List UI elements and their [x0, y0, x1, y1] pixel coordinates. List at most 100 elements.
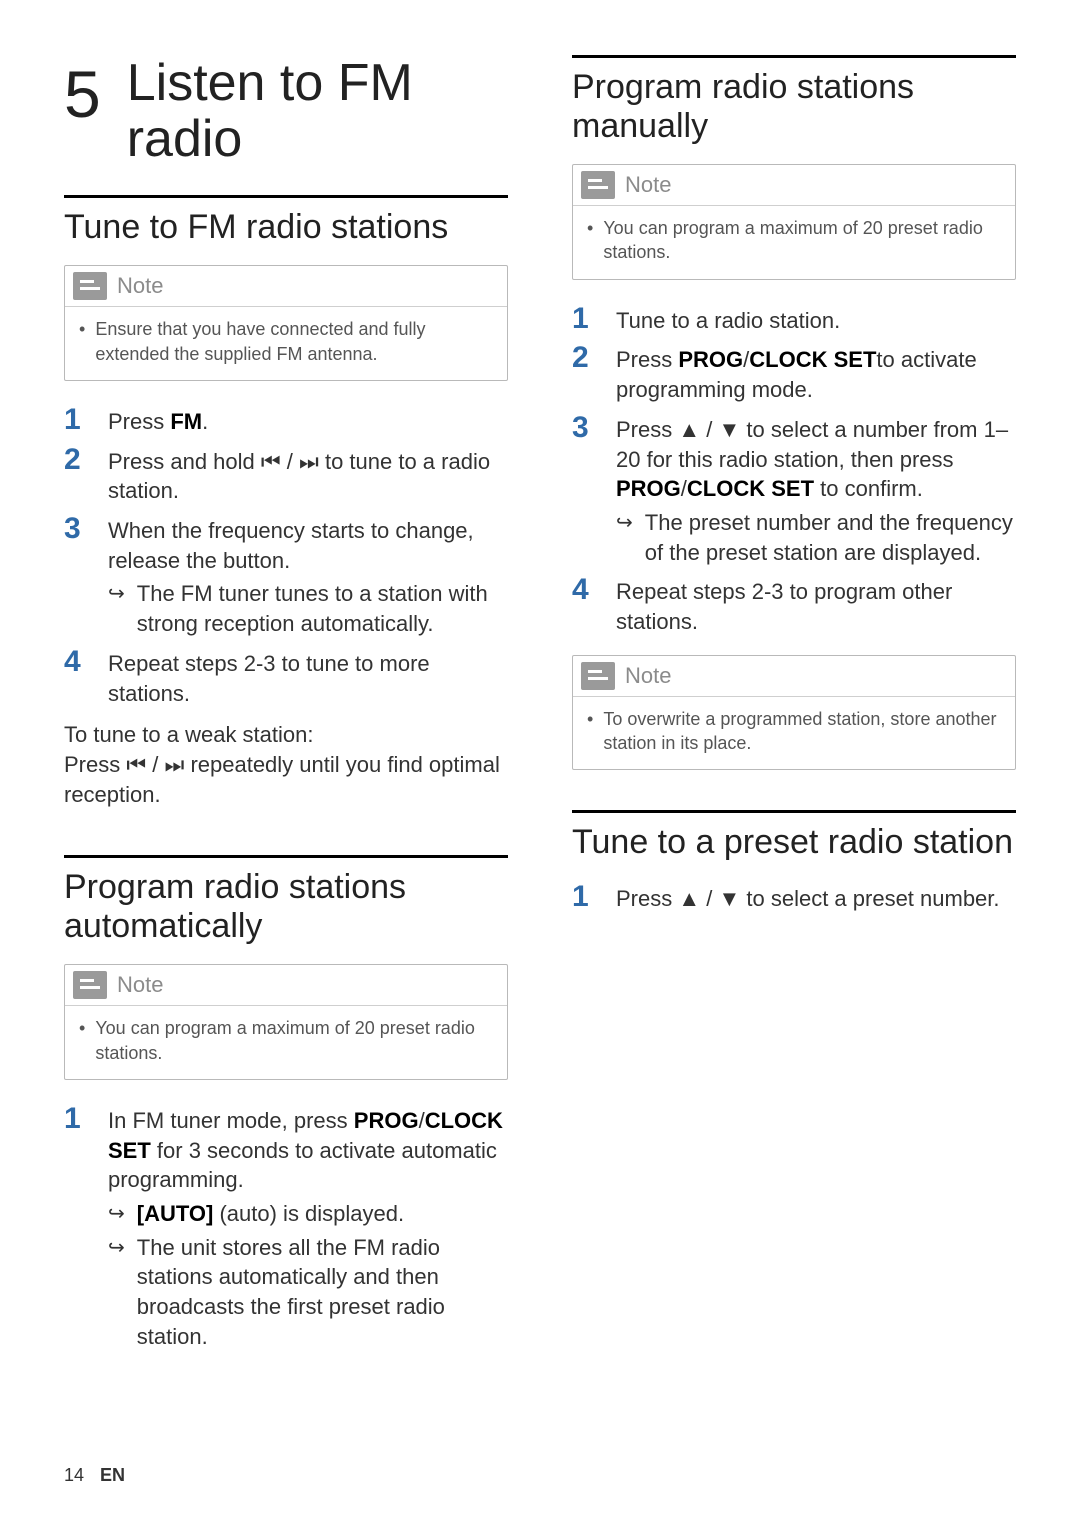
note-text: Ensure that you have connected and fully… — [95, 317, 493, 366]
key-fm: FM — [170, 409, 202, 434]
note-text: You can program a maximum of 20 preset r… — [603, 216, 1001, 265]
text: (auto) is displayed. — [213, 1201, 404, 1226]
note-text: You can program a maximum of 20 preset r… — [95, 1016, 493, 1065]
left-column: 5 Listen to FM radio Tune to FM radio st… — [64, 55, 508, 1488]
prev-track-icon: ⏮ — [126, 752, 146, 777]
display-auto: [AUTO] — [137, 1201, 214, 1226]
step-number: 2 — [64, 443, 86, 476]
step-2: 2 Press and hold ⏮ / ⏭ to tune to a radi… — [64, 443, 508, 506]
result-text: The preset number and the frequency of t… — [645, 508, 1016, 567]
note-label: Note — [625, 172, 671, 198]
note-header: Note — [573, 165, 1015, 205]
text: Press — [64, 752, 126, 777]
note-label: Note — [625, 663, 671, 689]
chapter-heading: 5 Listen to FM radio — [64, 55, 508, 167]
result-line: ↪ The FM tuner tunes to a station with s… — [108, 579, 508, 638]
page-footer: 14 EN — [64, 1465, 125, 1486]
step-number: 1 — [572, 302, 594, 335]
note-icon — [73, 971, 107, 999]
result-arrow-icon: ↪ — [108, 1199, 125, 1229]
key-prog: PROG — [678, 347, 743, 372]
text: / — [281, 449, 299, 474]
text: When the frequency starts to change, rel… — [108, 518, 474, 573]
key-clock-set: CLOCK SET — [749, 347, 876, 372]
text: / — [700, 417, 718, 442]
text: for 3 seconds to activate automatic prog… — [108, 1138, 497, 1193]
step-number: 4 — [64, 645, 86, 678]
note-body: To overwrite a programmed station, store… — [573, 696, 1015, 770]
note-header: Note — [573, 656, 1015, 696]
note-box: Note To overwrite a programmed station, … — [572, 655, 1016, 771]
section-rule — [64, 195, 508, 198]
note-box: Note Ensure that you have connected and … — [64, 265, 508, 381]
result-text: [AUTO] (auto) is displayed. — [137, 1199, 404, 1229]
step-text: Tune to a radio station. — [616, 302, 840, 336]
section-title-program-auto: Program radio stations automatically — [64, 868, 508, 946]
text: In FM tuner mode, press — [108, 1108, 354, 1133]
steps-tune-preset: 1 Press ▲ / ▼ to select a preset number. — [572, 880, 1016, 914]
note-label: Note — [117, 972, 163, 998]
step-text: Press and hold ⏮ / ⏭ to tune to a radio … — [108, 443, 508, 506]
step-4: 4 Repeat steps 2-3 to program other stat… — [572, 573, 1016, 636]
result-line: ↪ The preset number and the frequency of… — [616, 508, 1016, 567]
language-code: EN — [100, 1465, 125, 1486]
step-3: 3 When the frequency starts to change, r… — [64, 512, 508, 639]
result-arrow-icon: ↪ — [616, 508, 633, 567]
note-icon — [581, 171, 615, 199]
key-prog: PROG — [616, 476, 681, 501]
step-text: Repeat steps 2-3 to tune to more station… — [108, 645, 508, 708]
step-text: In FM tuner mode, press PROG/CLOCK SET f… — [108, 1102, 508, 1352]
section-title-program-manual: Program radio stations manually — [572, 68, 1016, 146]
key-clock-set: CLOCK SET — [687, 476, 814, 501]
chapter-title: Listen to FM radio — [127, 55, 508, 167]
step-text: Press FM. — [108, 403, 208, 437]
note-box: Note You can program a maximum of 20 pre… — [572, 164, 1016, 280]
note-icon — [73, 272, 107, 300]
text: Press — [108, 409, 170, 434]
result-text: The unit stores all the FM radio station… — [137, 1233, 508, 1352]
page-number: 14 — [64, 1465, 84, 1486]
note-label: Note — [117, 273, 163, 299]
result-arrow-icon: ↪ — [108, 1233, 125, 1352]
section-rule — [572, 55, 1016, 58]
section-title-tune-preset: Tune to a preset radio station — [572, 823, 1016, 862]
step-text: Repeat steps 2-3 to program other statio… — [616, 573, 1016, 636]
step-text: Press ▲ / ▼ to select a preset number. — [616, 880, 1000, 914]
step-number: 3 — [64, 512, 86, 545]
note-text: To overwrite a programmed station, store… — [603, 707, 1001, 756]
step-4: 4 Repeat steps 2-3 to tune to more stati… — [64, 645, 508, 708]
note-body: You can program a maximum of 20 preset r… — [573, 205, 1015, 279]
subheading-weak-station: To tune to a weak station: — [64, 720, 508, 750]
section-rule — [64, 855, 508, 858]
step-text: When the frequency starts to change, rel… — [108, 512, 508, 639]
note-header: Note — [65, 266, 507, 306]
result-line: ↪ The unit stores all the FM radio stati… — [108, 1233, 508, 1352]
step-1: 1 Press FM. — [64, 403, 508, 437]
step-3: 3 Press ▲ / ▼ to select a number from 1–… — [572, 411, 1016, 567]
text: Press — [616, 417, 678, 442]
text: / — [700, 886, 718, 911]
text: to select a preset number. — [740, 886, 999, 911]
paragraph: Press ⏮ / ⏭ repeatedly until you find op… — [64, 750, 508, 809]
step-1: 1 Tune to a radio station. — [572, 302, 1016, 336]
steps-program-auto: 1 In FM tuner mode, press PROG/CLOCK SET… — [64, 1102, 508, 1352]
note-body: You can program a maximum of 20 preset r… — [65, 1005, 507, 1079]
text: Press — [616, 347, 678, 372]
result-line: ↪ [AUTO] (auto) is displayed. — [108, 1199, 508, 1229]
step-text: Press ▲ / ▼ to select a number from 1–20… — [616, 411, 1016, 567]
prev-track-icon: ⏮ — [261, 449, 281, 474]
text: / — [146, 752, 164, 777]
steps-tune-fm: 1 Press FM. 2 Press and hold ⏮ / ⏭ to tu… — [64, 403, 508, 708]
step-number: 1 — [64, 1102, 86, 1135]
text: Press — [616, 886, 678, 911]
text: . — [202, 409, 208, 434]
step-1: 1 Press ▲ / ▼ to select a preset number. — [572, 880, 1016, 914]
note-icon — [581, 662, 615, 690]
next-track-icon: ⏭ — [299, 449, 319, 474]
step-number: 4 — [572, 573, 594, 606]
down-arrow-icon: ▼ — [718, 417, 740, 442]
step-1: 1 In FM tuner mode, press PROG/CLOCK SET… — [64, 1102, 508, 1352]
note-header: Note — [65, 965, 507, 1005]
step-number: 1 — [64, 403, 86, 436]
key-prog: PROG — [354, 1108, 419, 1133]
